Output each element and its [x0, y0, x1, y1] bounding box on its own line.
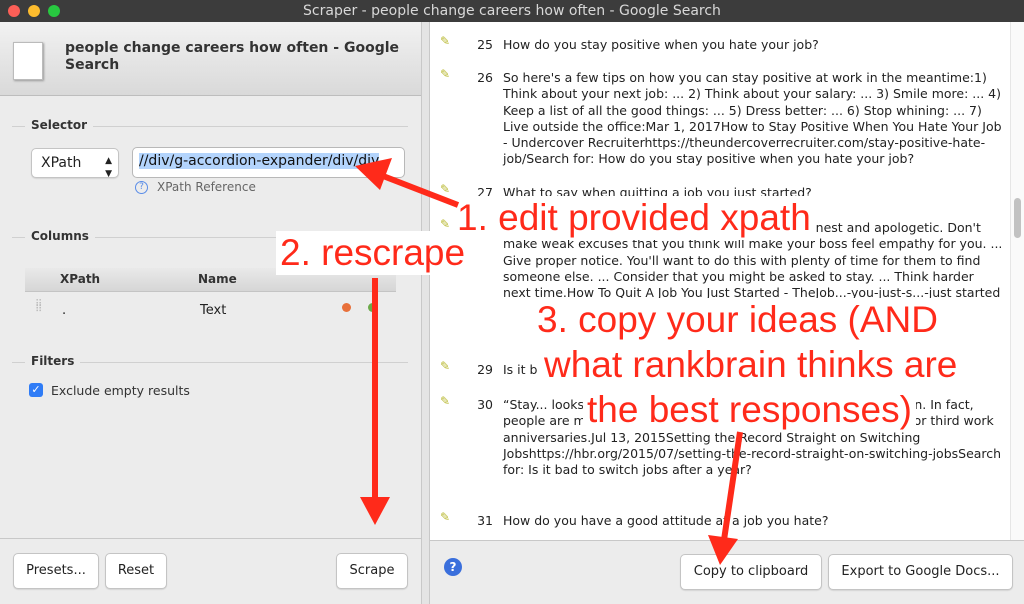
- arrow-to-xpath: [376, 171, 460, 208]
- arrowhead-scrape: [360, 497, 390, 525]
- arrowhead-copy: [708, 535, 738, 565]
- annotation-arrows: [355, 158, 743, 565]
- arrowhead-xpath: [355, 158, 392, 190]
- arrow-to-copy: [721, 431, 743, 541]
